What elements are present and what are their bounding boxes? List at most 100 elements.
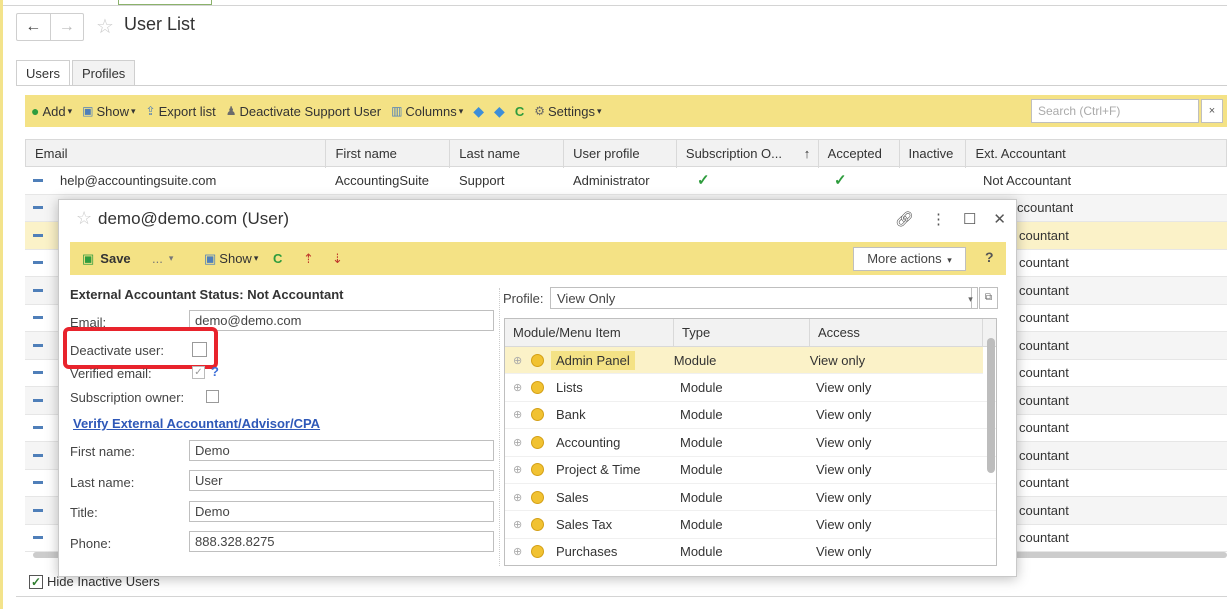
cell-ext-accountant: countant [1019, 337, 1069, 353]
verify-accountant-link[interactable]: Verify External Accountant/Advisor/CPA [73, 416, 320, 431]
module-icon [531, 381, 544, 395]
col-first-name[interactable]: First name [326, 140, 451, 168]
show-button[interactable]: ▣ Show ▾ [82, 104, 135, 119]
dropdown-icon: ▾ [67, 105, 73, 116]
list-item[interactable]: ⊕ Bank Module View only [505, 402, 996, 430]
deactivate-support-user-button[interactable]: ♟ Deactivate Support User [226, 104, 381, 119]
vertical-scrollbar[interactable] [987, 338, 995, 473]
link-icon[interactable]: 🔗︎ [895, 210, 914, 228]
check-icon: ✓ [697, 172, 710, 190]
more-menu-button[interactable]: ... ▾ [152, 242, 173, 275]
sort-down-button[interactable]: ⇣ [332, 242, 343, 275]
col-email[interactable]: Email [26, 140, 327, 168]
export-list-button[interactable]: ⇪ Export list [146, 104, 216, 119]
chevron-down-icon[interactable]: ▾ [964, 287, 978, 309]
help-button[interactable]: ? [985, 249, 994, 265]
expand-icon[interactable]: ⊕ [513, 491, 531, 504]
title-label: Title: [70, 505, 98, 520]
title-field[interactable]: Demo [189, 501, 494, 522]
module-name: Project & Time [556, 462, 641, 478]
left-arrow-icon: ◆ [473, 102, 485, 119]
profile-select[interactable]: View Only [550, 287, 972, 309]
last-name-label: Last name: [70, 475, 135, 490]
list-item[interactable]: ⊕ Sales Tax Module View only [505, 511, 996, 539]
module-type: Module [680, 489, 723, 505]
row-marker-icon [33, 343, 43, 347]
last-name-field[interactable]: User [189, 470, 494, 491]
list-item[interactable]: ⊕ Sales Module View only [505, 484, 996, 512]
col-access[interactable]: Access [810, 319, 983, 347]
help-icon[interactable]: ? [211, 364, 219, 379]
cell-ext-accountant: countant [1019, 392, 1069, 408]
dropdown-icon: ▾ [253, 253, 259, 263]
col-user-profile[interactable]: User profile [564, 140, 677, 168]
phone-label: Phone: [70, 536, 112, 551]
more-actions-button[interactable]: More actions ▾ [853, 247, 966, 271]
col-module[interactable]: Module/Menu Item [505, 319, 674, 347]
module-name: Purchases [556, 544, 618, 560]
phone-field[interactable]: 888.328.8275 [189, 531, 494, 552]
module-icon [531, 490, 544, 504]
col-ext-accountant[interactable]: Ext. Accountant [966, 140, 1226, 168]
close-icon[interactable]: ✕ [993, 210, 1006, 228]
open-form-icon[interactable]: ⧉ [979, 287, 998, 309]
cell-email: help@accountingsuite.com [60, 172, 217, 188]
list-item[interactable]: ⊕ Admin Panel Module View only [505, 347, 983, 375]
refresh-button[interactable]: C [273, 242, 282, 275]
col-subscription-owner[interactable]: Subscription O... [677, 140, 804, 168]
move-right-button[interactable]: ◆ [494, 103, 505, 120]
module-access: View only [816, 544, 872, 560]
show-button[interactable]: ▣ Show ▾ [204, 242, 258, 275]
first-name-field[interactable]: Demo [189, 440, 494, 461]
add-button[interactable]: ● Add ▾ [31, 103, 72, 119]
forward-arrow-icon[interactable]: → [49, 14, 84, 40]
col-accepted[interactable]: Accepted [819, 140, 900, 168]
col-inactive[interactable]: Inactive [900, 140, 967, 168]
dialog-toolbar: ▣ Save ... ▾ ▣ Show ▾ C ⇡ ⇣ More actions… [70, 242, 1006, 275]
row-marker-icon [33, 261, 43, 265]
refresh-button[interactable]: C [515, 104, 524, 119]
expand-icon[interactable]: ⊕ [513, 518, 531, 531]
sort-up-button[interactable]: ⇡ [303, 242, 314, 275]
export-icon: ⇪ [145, 104, 156, 118]
tab-users[interactable]: Users [16, 60, 70, 85]
columns-button[interactable]: ▥ Columns ▾ [391, 104, 463, 119]
list-item[interactable]: ⊕ Purchases Module View only [505, 539, 996, 565]
tab-profiles[interactable]: Profiles [71, 60, 136, 85]
favorite-star-icon[interactable]: ☆ [96, 14, 114, 39]
cell-ext-accountant: countant [1019, 420, 1069, 436]
maximize-icon[interactable]: ☐ [963, 210, 976, 228]
settings-label: Settings [547, 103, 595, 119]
subscription-owner-checkbox[interactable] [206, 390, 219, 403]
move-left-button[interactable]: ◆ [473, 103, 484, 120]
search-input[interactable]: Search (Ctrl+F) [1031, 99, 1199, 123]
expand-icon[interactable]: ⊕ [513, 463, 531, 476]
settings-button[interactable]: ⚙ Settings ▾ [534, 104, 601, 119]
list-item[interactable]: ⊕ Project & Time Module View only [505, 457, 996, 484]
row-marker-icon [33, 453, 43, 457]
expand-icon[interactable]: ⊕ [513, 545, 531, 558]
module-type: Module [673, 352, 717, 368]
bottom-divider [16, 596, 1227, 597]
cell-user-profile: Administrator [573, 172, 650, 188]
list-item[interactable]: ⊕ Accounting Module View only [505, 429, 996, 457]
expand-icon[interactable]: ⊕ [513, 408, 531, 421]
col-last-name[interactable]: Last name [450, 140, 565, 168]
favorite-star-icon[interactable]: ☆ [76, 208, 92, 229]
module-name: Sales [556, 489, 589, 505]
list-item[interactable]: ⊕ Lists Module View only [505, 374, 996, 402]
save-button[interactable]: ▣ Save [82, 242, 131, 275]
sort-ascending-icon[interactable]: ↑ [804, 140, 819, 168]
cell-ext-accountant: countant [1019, 530, 1069, 546]
search-clear-button[interactable]: × [1201, 99, 1223, 123]
table-row[interactable]: help@accountingsuite.com AccountingSuite… [25, 167, 1227, 195]
column-separator [499, 288, 500, 566]
more-vert-icon[interactable]: ⋮ [931, 210, 946, 228]
expand-icon[interactable]: ⊕ [513, 436, 531, 449]
back-arrow-icon[interactable]: ← [17, 14, 50, 40]
expand-icon[interactable]: ⊕ [513, 354, 531, 367]
save-icon: ▣ [82, 250, 95, 266]
email-field[interactable]: demo@demo.com [189, 310, 494, 331]
col-type[interactable]: Type [674, 319, 810, 347]
expand-icon[interactable]: ⊕ [513, 381, 531, 394]
